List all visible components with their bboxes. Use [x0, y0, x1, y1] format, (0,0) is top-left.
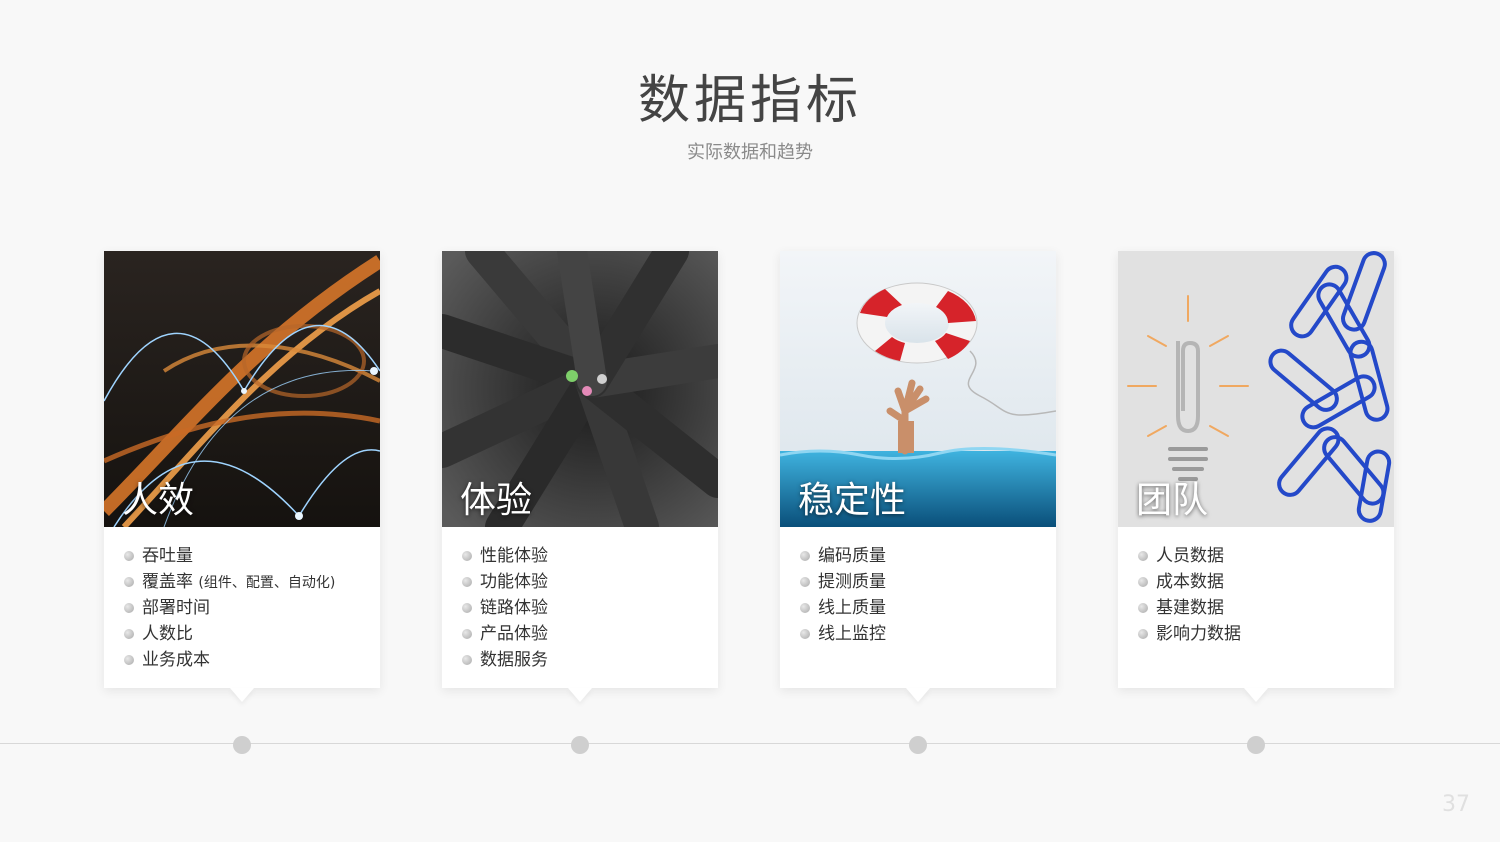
timeline-dot [571, 736, 589, 754]
list-item: 链路体验 [462, 595, 712, 621]
card-efficiency: 人效 吞吐量 覆盖率 (组件、配置、自动化) 部署时间 人数比 业务成本 [104, 251, 380, 688]
list-item: 性能体验 [462, 543, 712, 569]
list-item: 成本数据 [1138, 569, 1388, 595]
card-experience: 体验 性能体验 功能体验 链路体验 产品体验 数据服务 [442, 251, 718, 688]
card-team: 团队 人员数据 成本数据 基建数据 影响力数据 [1118, 251, 1394, 688]
list-item: 影响力数据 [1138, 621, 1388, 647]
list-item: 线上监控 [800, 621, 1050, 647]
list-item: 覆盖率 (组件、配置、自动化) [124, 569, 374, 595]
list-item: 业务成本 [124, 647, 374, 673]
list-item: 人数比 [124, 621, 374, 647]
list-item: 功能体验 [462, 569, 712, 595]
list-item: 部署时间 [124, 595, 374, 621]
list-item: 人员数据 [1138, 543, 1388, 569]
slide-subtitle: 实际数据和趋势 [687, 142, 813, 163]
card-item-list: 吞吐量 覆盖率 (组件、配置、自动化) 部署时间 人数比 业务成本 [124, 543, 374, 673]
timeline-line [0, 743, 1500, 744]
timeline-dot [909, 736, 927, 754]
list-item: 编码质量 [800, 543, 1050, 569]
card-title: 稳定性 [798, 480, 907, 521]
card-item-list: 人员数据 成本数据 基建数据 影响力数据 [1138, 543, 1388, 647]
card-title: 体验 [460, 480, 533, 521]
list-item: 吞吐量 [124, 543, 374, 569]
timeline-dot [233, 736, 251, 754]
list-item: 提测质量 [800, 569, 1050, 595]
page-number: 37 [1442, 792, 1470, 817]
card-title: 人效 [122, 480, 195, 521]
list-item: 数据服务 [462, 647, 712, 673]
card-item-list: 编码质量 提测质量 线上质量 线上监控 [800, 543, 1050, 647]
card-stability: 稳定性 编码质量 提测质量 线上质量 线上监控 [780, 251, 1056, 688]
card-title: 团队 [1136, 480, 1209, 521]
list-item: 基建数据 [1138, 595, 1388, 621]
card-item-list: 性能体验 功能体验 链路体验 产品体验 数据服务 [462, 543, 712, 673]
timeline-dot [1247, 736, 1265, 754]
list-item: 产品体验 [462, 621, 712, 647]
list-item: 线上质量 [800, 595, 1050, 621]
slide-title: 数据指标 [637, 71, 862, 131]
